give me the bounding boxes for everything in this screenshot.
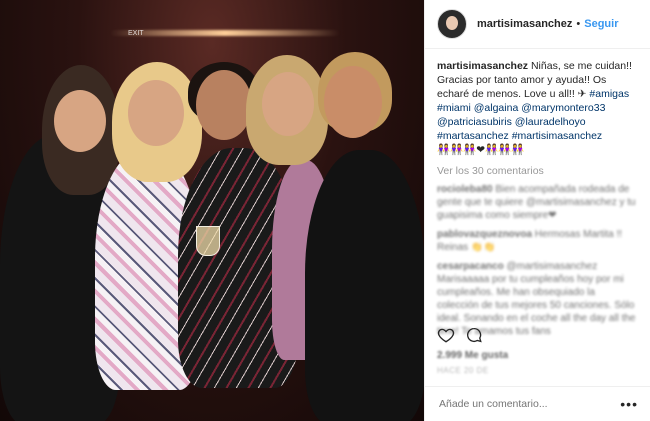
comment-user[interactable]: rocioleba80 xyxy=(437,184,493,195)
hashtag-amigas[interactable]: #amigas xyxy=(589,88,629,100)
mention-marymontero33[interactable]: @marymontero33 xyxy=(521,102,605,114)
post-photo[interactable]: EXIT xyxy=(0,0,424,421)
comment-user[interactable]: pablovazqueznovoa xyxy=(437,229,532,240)
heart-icon[interactable] xyxy=(437,326,455,344)
post-date: HACE 20 DE xyxy=(437,366,489,375)
caption-emoji: 👭👭👭❤👭👭👭 xyxy=(437,144,525,156)
separator-dot: • xyxy=(576,18,581,30)
post-caption: martisimasanchez Niñas, se me cuidan!! G… xyxy=(425,49,650,157)
hashtag-miami[interactable]: #miami xyxy=(437,102,471,114)
caption-username[interactable]: martisimasanchez xyxy=(437,60,528,72)
ceiling-light xyxy=(110,30,340,36)
mention-lauradelhoyo[interactable]: @lauradelhoyo xyxy=(515,116,586,128)
hashtag-martasanchez[interactable]: #martasanchez xyxy=(437,130,509,142)
exit-sign: EXIT xyxy=(128,30,144,37)
comment-input[interactable] xyxy=(437,397,621,411)
mention-patriciasubiris[interactable]: @patriciasubiris xyxy=(437,116,512,128)
comment-icon[interactable] xyxy=(465,326,483,344)
like-count[interactable]: 2.999 Me gusta xyxy=(437,350,508,361)
mention-algaina[interactable]: @algaina xyxy=(474,102,519,114)
comment-item: rocioleba80 Bien acompañada rodeada de g… xyxy=(437,183,638,222)
more-options-icon[interactable]: ••• xyxy=(620,396,638,412)
post-actions xyxy=(437,326,483,344)
hashtag-martisimasanchez[interactable]: #martisimasanchez xyxy=(512,130,602,142)
username-link[interactable]: martisimasanchez xyxy=(477,18,572,30)
follow-button[interactable]: Seguir xyxy=(584,18,618,30)
person-5 xyxy=(305,150,424,421)
comment-list: rocioleba80 Bien acompañada rodeada de g… xyxy=(425,181,650,346)
wine-glass xyxy=(196,226,220,256)
post-header: martisimasanchez • Seguir xyxy=(425,0,650,49)
comment-user[interactable]: cesarpacanco xyxy=(437,261,504,272)
avatar[interactable] xyxy=(437,9,467,39)
comment-item: pablovazqueznovoa Hermosas Martita !! Re… xyxy=(437,228,638,254)
view-all-comments[interactable]: Ver los 30 comentarios xyxy=(425,157,650,181)
add-comment-bar: ••• xyxy=(425,386,650,421)
post-sidebar: martisimasanchez • Seguir martisimasanch… xyxy=(424,0,650,421)
